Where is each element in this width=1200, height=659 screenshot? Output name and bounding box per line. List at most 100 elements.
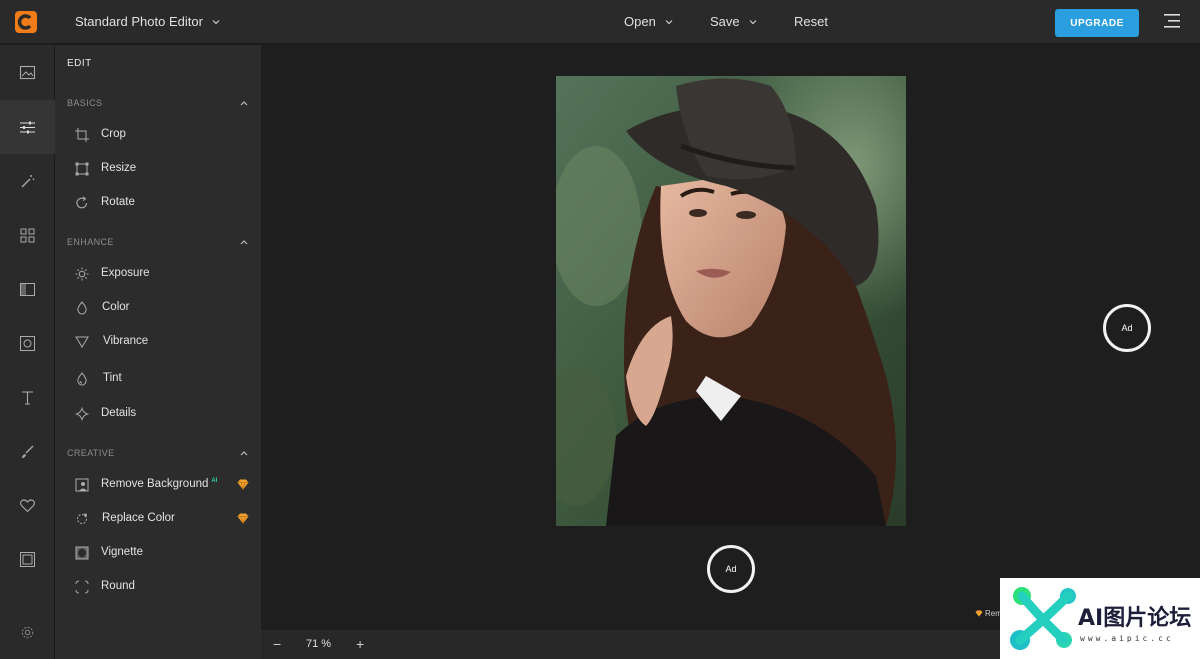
save-menu[interactable]: Save xyxy=(710,14,758,29)
upgrade-button[interactable]: UPGRADE xyxy=(1055,9,1139,37)
drop-icon xyxy=(77,372,87,386)
reset-button[interactable]: Reset xyxy=(794,14,828,29)
rail-settings[interactable] xyxy=(0,605,55,659)
heart-icon xyxy=(20,498,35,512)
tool-label: Exposure xyxy=(101,267,150,279)
rail-draw[interactable] xyxy=(0,424,55,478)
photo-frame-icon xyxy=(20,335,35,351)
panel-title: EDIT xyxy=(67,58,92,69)
chevron-up-icon xyxy=(240,240,248,245)
tool-label: Details xyxy=(101,407,137,419)
rail-overlay[interactable] xyxy=(0,262,55,316)
tool-label: Tint xyxy=(103,372,122,384)
section-enhance-label: ENHANCE xyxy=(67,237,114,247)
tool-vibrance[interactable]: Vibrance xyxy=(55,327,261,357)
tool-round[interactable]: Round xyxy=(55,572,261,602)
watermark: AI图片论坛 www.aipic.cc xyxy=(1000,578,1200,659)
section-creative-header[interactable]: CREATIVE xyxy=(67,448,249,462)
reset-label: Reset xyxy=(794,14,828,29)
top-bar: Standard Photo Editor Open Save Reset UP… xyxy=(0,0,1200,44)
tool-label: Crop xyxy=(101,128,126,140)
chevron-down-icon xyxy=(212,19,220,24)
border-icon xyxy=(20,551,35,567)
watermark-logo-icon xyxy=(1010,587,1076,650)
tool-crop[interactable]: Crop xyxy=(55,120,261,150)
image-icon xyxy=(19,65,36,79)
remove-background-icon xyxy=(75,478,89,492)
settings-icon xyxy=(21,626,34,638)
sun-icon xyxy=(75,267,89,281)
triangle-down-icon xyxy=(75,336,89,348)
replace-color-icon xyxy=(77,513,87,524)
remove-ads-link[interactable]: Rem xyxy=(975,609,1002,618)
tool-rotate[interactable]: Rotate xyxy=(55,188,261,218)
ad-placeholder-right[interactable]: Ad xyxy=(1103,304,1151,352)
tool-details[interactable]: Details xyxy=(55,399,261,429)
tool-label: Rotate xyxy=(101,196,135,208)
logo-icon[interactable] xyxy=(14,10,38,34)
tool-label: Remove Background AI xyxy=(101,478,217,490)
brush-icon xyxy=(22,445,34,458)
edit-panel: EDIT BASICS Crop Resize Rotate ENHANCE E… xyxy=(55,45,261,659)
remove-background-label: Remove Background xyxy=(101,478,209,490)
chevron-up-icon xyxy=(240,451,248,456)
crop-icon xyxy=(75,128,89,142)
save-label: Save xyxy=(710,14,740,29)
chevron-down-icon xyxy=(749,19,757,24)
premium-gem-icon xyxy=(237,479,249,490)
zoom-value[interactable]: 71 % xyxy=(306,638,331,650)
tool-replace-color[interactable]: Replace Color xyxy=(55,504,261,534)
rotate-icon xyxy=(76,196,88,209)
edited-photo[interactable] xyxy=(556,76,906,526)
watermark-url: www.aipic.cc xyxy=(1080,634,1174,643)
watermark-text: AI图片论坛 xyxy=(1078,606,1192,631)
frame-panel-icon xyxy=(20,282,35,296)
premium-gem-icon xyxy=(975,610,983,617)
open-label: Open xyxy=(624,14,656,29)
details-icon xyxy=(75,407,89,421)
rail-image[interactable] xyxy=(0,45,55,99)
tool-label: Resize xyxy=(101,162,137,174)
zoom-out-button[interactable]: − xyxy=(273,636,281,652)
section-creative-label: CREATIVE xyxy=(67,448,115,458)
open-menu[interactable]: Open xyxy=(624,14,674,29)
editor-mode-dropdown[interactable]: Standard Photo Editor xyxy=(75,14,221,29)
tool-label: Round xyxy=(101,580,135,592)
chevron-up-icon xyxy=(240,101,248,106)
rail-collage[interactable] xyxy=(0,208,55,262)
premium-gem-icon xyxy=(237,513,249,524)
ai-badge: AI xyxy=(211,478,218,484)
rail-frames[interactable] xyxy=(0,316,55,370)
sliders-icon xyxy=(20,121,35,133)
grid-icon xyxy=(20,228,35,242)
droplet-icon xyxy=(77,301,87,315)
ad-placeholder-bottom[interactable]: Ad xyxy=(707,545,755,593)
tool-vignette[interactable]: Vignette xyxy=(55,538,261,568)
vignette-icon xyxy=(75,546,89,560)
tool-label: Color xyxy=(102,301,130,313)
zoom-in-button[interactable]: + xyxy=(356,636,364,652)
magic-wand-icon xyxy=(21,174,35,187)
section-enhance-header[interactable]: ENHANCE xyxy=(67,237,249,251)
app-title: Standard Photo Editor xyxy=(75,14,203,29)
section-basics-header[interactable]: BASICS xyxy=(67,98,249,112)
rail-border[interactable] xyxy=(0,532,55,586)
tool-remove-background[interactable]: Remove Background AI xyxy=(55,470,261,500)
tool-rail xyxy=(0,45,55,659)
rail-adjust[interactable] xyxy=(0,100,55,154)
rail-text[interactable] xyxy=(0,370,55,424)
tool-label: Vibrance xyxy=(103,335,149,347)
hamburger-menu-icon[interactable] xyxy=(1164,14,1180,28)
rail-effects[interactable] xyxy=(0,154,55,208)
rail-stickers[interactable] xyxy=(0,478,55,532)
tool-exposure[interactable]: Exposure xyxy=(55,259,261,289)
chevron-down-icon xyxy=(665,19,673,24)
tool-label: Vignette xyxy=(101,546,143,558)
tool-label: Replace Color xyxy=(102,512,175,524)
tool-resize[interactable]: Resize xyxy=(55,154,261,184)
tool-color[interactable]: Color xyxy=(55,293,261,323)
resize-icon xyxy=(75,162,89,176)
image-canvas: Ad Ad xyxy=(261,45,1200,630)
tool-tint[interactable]: Tint xyxy=(55,364,261,394)
text-icon xyxy=(22,390,33,405)
